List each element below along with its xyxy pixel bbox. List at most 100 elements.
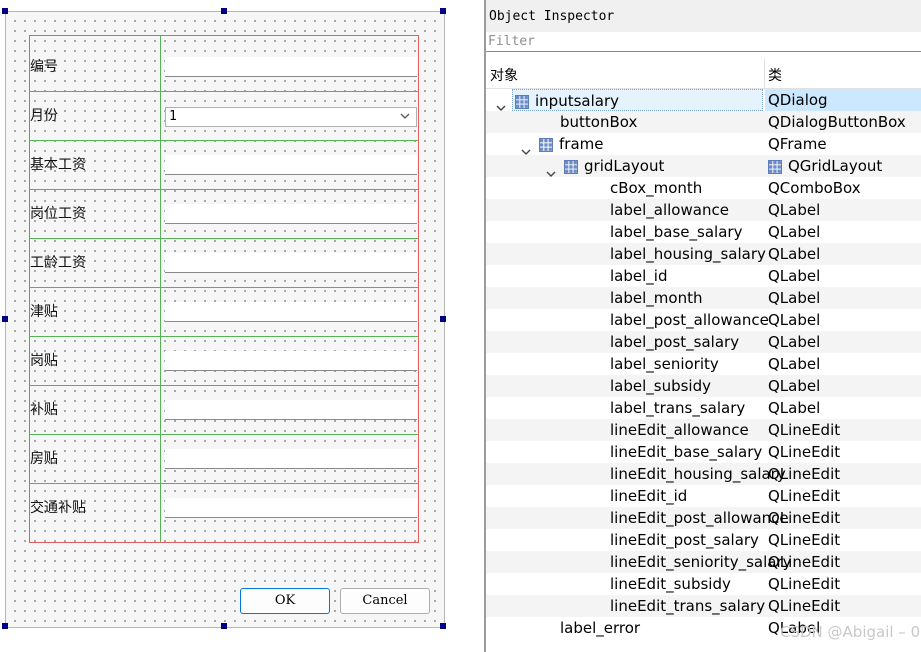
tree-item-name[interactable]: label_housing_salary	[608, 243, 766, 265]
tree-row[interactable]: lineEdit_housing_salary QLineEdit	[486, 463, 921, 485]
expand-arrow-icon[interactable]	[521, 140, 531, 155]
tree-row[interactable]: label_trans_salary QLabel	[486, 397, 921, 419]
tree-row[interactable]: lineEdit_id QLineEdit	[486, 485, 921, 507]
tree-row[interactable]: label_allowance QLabel	[486, 199, 921, 221]
tree-item-name[interactable]: label_subsidy	[608, 375, 711, 397]
grid-layout-row-divider	[30, 238, 418, 239]
tree-row[interactable]: gridLayout QGridLayout	[486, 155, 921, 177]
label-post-allowance[interactable]: 岗贴	[30, 351, 158, 371]
tree-row[interactable]: frame QFrame	[486, 133, 921, 155]
object-tree[interactable]: 对象 类 inputsalary QDialog buttonBox QDialogB…	[486, 58, 921, 652]
designer-canvas[interactable]: 编号 月份 1 基本工资 岗位工资 工龄工资 津贴 岗贴 补贴 房贴 交通补贴 …	[0, 0, 484, 652]
line-edit-allowance[interactable]	[165, 302, 417, 322]
layout-grid-icon	[564, 158, 578, 174]
resize-handle-left[interactable]	[2, 316, 8, 322]
tree-item-name[interactable]: label_trans_salary	[608, 397, 745, 419]
tree-item-name[interactable]: gridLayout	[562, 155, 664, 177]
tree-row[interactable]: label_post_salary QLabel	[486, 331, 921, 353]
tree-row[interactable]: label_seniority QLabel	[486, 353, 921, 375]
resize-handle-bottom[interactable]	[221, 623, 227, 629]
label-allowance[interactable]: 津贴	[30, 302, 158, 322]
resize-handle-bottom-right[interactable]	[440, 623, 446, 629]
tree-row[interactable]: label_subsidy QLabel	[486, 375, 921, 397]
tree-item-label: label_seniority	[610, 355, 719, 373]
tree-row[interactable]: label_housing_salary QLabel	[486, 243, 921, 265]
label-month[interactable]: 月份	[30, 106, 158, 126]
tree-row[interactable]: lineEdit_allowance QLineEdit	[486, 419, 921, 441]
line-edit-post-allowance[interactable]	[165, 351, 417, 371]
tree-row[interactable]: cBox_month QComboBox	[486, 177, 921, 199]
column-header-class[interactable]: 类	[768, 65, 782, 85]
tree-row[interactable]: inputsalary QDialog	[486, 89, 921, 111]
expand-arrow-icon[interactable]	[496, 96, 506, 111]
tree-row[interactable]: label_month QLabel	[486, 287, 921, 309]
tree-item-name[interactable]: lineEdit_post_salary	[608, 529, 759, 551]
tree-row[interactable]: label_post_allowance QLabel	[486, 309, 921, 331]
tree-item-class-label: QFrame	[768, 135, 827, 153]
tree-row[interactable]: lineEdit_seniority_salary QLineEdit	[486, 551, 921, 573]
tree-item-label: label_id	[610, 267, 668, 285]
tree-item-class: QLineEdit	[765, 573, 921, 595]
tree-item-name[interactable]: lineEdit_seniority_salary	[608, 551, 792, 573]
tree-item-class-label: QLineEdit	[768, 443, 841, 461]
resize-handle-top[interactable]	[221, 8, 227, 14]
tree-row[interactable]: lineEdit_trans_salary QLineEdit	[486, 595, 921, 617]
label-trans-salary[interactable]: 交通补贴	[30, 498, 158, 518]
tree-row[interactable]: label_base_salary QLabel	[486, 221, 921, 243]
ok-button[interactable]: OK	[240, 588, 330, 614]
tree-item-class-label: QComboBox	[768, 179, 861, 197]
label-id[interactable]: 编号	[30, 57, 158, 77]
tree-item-name[interactable]: label_error	[558, 617, 640, 639]
tree-item-name[interactable]: lineEdit_housing_salary	[608, 463, 786, 485]
tree-row[interactable]: buttonBox QDialogButtonBox	[486, 111, 921, 133]
label-housing-salary[interactable]: 房贴	[30, 449, 158, 469]
tree-item-name[interactable]: inputsalary	[512, 89, 763, 111]
tree-row[interactable]: label_id QLabel	[486, 265, 921, 287]
label-base-salary[interactable]: 基本工资	[30, 155, 158, 175]
line-edit-id[interactable]	[165, 57, 417, 77]
tree-item-name[interactable]: label_seniority	[608, 353, 719, 375]
tree-row[interactable]: lineEdit_base_salary QLineEdit	[486, 441, 921, 463]
line-edit-seniority-salary[interactable]	[165, 253, 417, 273]
line-edit-trans-salary[interactable]	[165, 498, 417, 518]
label-seniority[interactable]: 工龄工资	[30, 253, 158, 273]
label-subsidy[interactable]: 补贴	[30, 400, 158, 420]
tree-row[interactable]: lineEdit_post_salary QLineEdit	[486, 529, 921, 551]
tree-item-name[interactable]: lineEdit_id	[608, 485, 687, 507]
tree-row[interactable]: lineEdit_post_allowance QLineEdit	[486, 507, 921, 529]
column-header-object[interactable]: 对象	[490, 65, 518, 85]
label-post-salary[interactable]: 岗位工资	[30, 204, 158, 224]
tree-item-name[interactable]: lineEdit_allowance	[608, 419, 749, 441]
tree-item-name[interactable]: frame	[537, 133, 603, 155]
tree-item-name[interactable]: lineEdit_subsidy	[608, 573, 731, 595]
tree-row[interactable]: lineEdit_subsidy QLineEdit	[486, 573, 921, 595]
resize-handle-bottom-left[interactable]	[2, 623, 8, 629]
grid-layout-row-divider	[30, 336, 418, 337]
tree-item-name[interactable]: lineEdit_trans_salary	[608, 595, 765, 617]
tree-item-class-label: QDialogButtonBox	[768, 113, 906, 131]
tree-item-name[interactable]: label_post_allowance	[608, 309, 769, 331]
tree-item-name[interactable]: label_post_salary	[608, 331, 739, 353]
tree-item-name[interactable]: lineEdit_base_salary	[608, 441, 762, 463]
resize-handle-top-right[interactable]	[440, 8, 446, 14]
line-edit-base-salary[interactable]	[165, 155, 417, 175]
tree-item-name[interactable]: buttonBox	[558, 111, 637, 133]
line-edit-subsidy[interactable]	[165, 400, 417, 420]
cancel-button[interactable]: Cancel	[340, 588, 430, 614]
column-separator[interactable]	[764, 58, 765, 88]
resize-handle-right[interactable]	[440, 316, 446, 322]
tree-item-label: gridLayout	[584, 157, 665, 175]
line-edit-post-salary[interactable]	[165, 204, 417, 224]
tree-item-name[interactable]: label_month	[608, 287, 702, 309]
tree-item-name[interactable]: label_id	[608, 265, 667, 287]
line-edit-housing-salary[interactable]	[165, 449, 417, 469]
tree-item-class: QLabel	[765, 397, 921, 419]
tree-item-name[interactable]: label_base_salary	[608, 221, 742, 243]
expand-arrow-icon[interactable]	[546, 162, 556, 177]
combo-month[interactable]: 1	[165, 107, 417, 127]
tree-item-name[interactable]: lineEdit_post_allowance	[608, 507, 789, 529]
tree-item-name[interactable]: label_allowance	[608, 199, 729, 221]
filter-input[interactable]	[486, 32, 921, 52]
tree-item-name[interactable]: cBox_month	[608, 177, 702, 199]
resize-handle-top-left[interactable]	[2, 8, 8, 14]
